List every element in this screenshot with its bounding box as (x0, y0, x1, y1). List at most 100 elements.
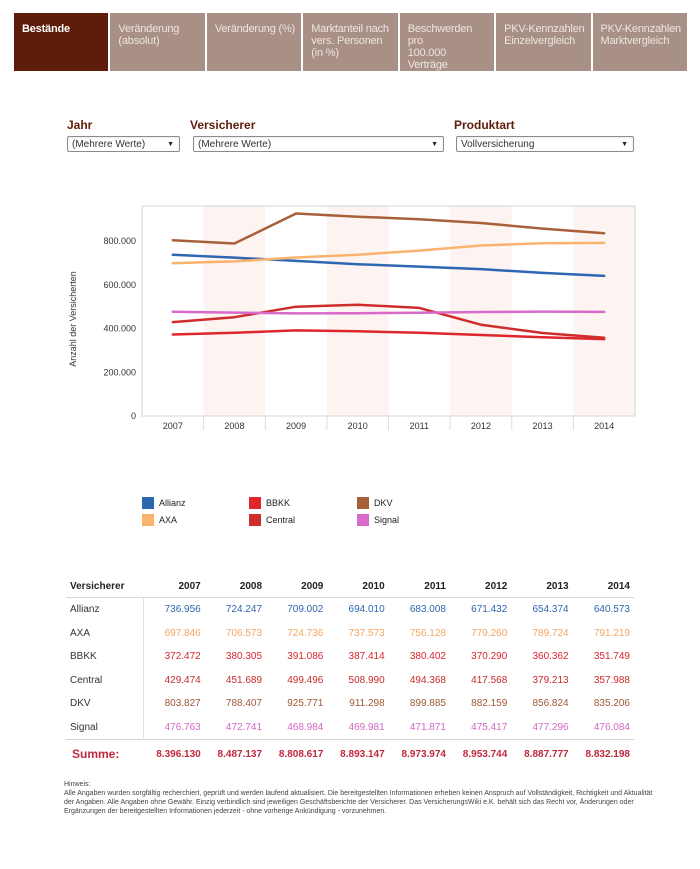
legend-swatch (142, 514, 154, 526)
x-tick-label: 2012 (471, 421, 491, 431)
table-cell: 469.981 (348, 721, 385, 733)
table-cell: 351.749 (593, 651, 630, 663)
table-cell: 788.407 (225, 698, 263, 710)
legend-label: BBKK (266, 498, 291, 508)
legend-item-signal[interactable]: Signal (357, 514, 399, 526)
table-row: AXA 697.846 706.573 724.736 737.573 756.128 77… (66, 621, 634, 645)
y-tick-label: 0 (131, 411, 136, 421)
table-cell: 882.159 (471, 698, 508, 710)
insurer-select[interactable]: (Mehrere Werte) ▼ (193, 136, 444, 152)
table-cell: 499.496 (287, 674, 324, 686)
tab-pkv-marktvergleich[interactable]: PKV-Kennzahlen Marktvergleich (592, 13, 687, 71)
legend-item-allianz[interactable]: Allianz (142, 497, 186, 509)
table-cell: 476.763 (164, 721, 201, 733)
legend-label: Signal (374, 515, 400, 525)
legend-item-axa[interactable]: AXA (142, 514, 177, 526)
y-tick-label: 400.000 (103, 324, 136, 334)
data-table: Versicherer 2007 2008 2009 2010 2011 201… (66, 576, 634, 768)
x-tick-label: 2010 (348, 421, 368, 431)
insurer-filter-label: Versicherer (190, 118, 256, 132)
legend-item-central[interactable]: Central (249, 514, 295, 526)
tab-veraenderung-prozent[interactable]: Veränderung (%) (206, 13, 302, 71)
row-insurer-name: BBKK (66, 645, 144, 669)
tab-label-line2: vers. Personen (311, 35, 383, 47)
table-cell: 803.827 (164, 698, 201, 710)
column-header-year: 2011 (388, 576, 450, 598)
table-cell: 925.771 (287, 698, 324, 710)
tab-beschwerden[interactable]: Beschwerden pro 100.000 Verträge (399, 13, 495, 71)
x-tick-label: 2008 (224, 421, 244, 431)
sum-row: Summe: 8.396.130 8.487.137 8.808.617 8.893.1… (66, 739, 634, 768)
legend-label: AXA (159, 515, 178, 525)
table-cell: 380.305 (225, 651, 263, 663)
x-tick-label: 2014 (594, 421, 614, 431)
column-header-year: 2014 (572, 576, 634, 598)
table-cell: 417.568 (471, 674, 508, 686)
table-cell: 671.432 (471, 604, 508, 616)
table-cell: 856.824 (532, 698, 569, 710)
tab-veraenderung-absolut[interactable]: Veränderung (absolut) (110, 13, 205, 71)
table-cell: 508.990 (348, 674, 385, 686)
table-row: DKV 803.827 788.407 925.771 911.298 899.885 88… (66, 692, 634, 716)
legend-label: Allianz (159, 498, 186, 508)
chevron-down-icon: ▼ (167, 141, 174, 148)
column-header-year: 2007 (143, 576, 205, 598)
column-header-year: 2009 (266, 576, 328, 598)
table-cell: 475.417 (471, 721, 508, 733)
row-insurer-name: DKV (66, 692, 144, 716)
sum-cell: 8.487.137 (204, 739, 267, 768)
table-cell: 477.296 (532, 721, 569, 733)
series-line-signal (171, 310, 606, 315)
tab-label-line2: Einzelvergleich (504, 35, 576, 47)
legend-swatch (357, 514, 369, 526)
chevron-down-icon: ▼ (431, 141, 438, 148)
year-select[interactable]: (Mehrere Werte) ▼ (67, 136, 180, 152)
table-cell: 683.008 (409, 604, 446, 616)
table-cell: 429.474 (164, 674, 201, 686)
table-cell: 706.573 (225, 627, 263, 639)
product-select-value: Vollversicherung (461, 139, 535, 150)
note-title: Hinweis: (64, 781, 91, 788)
row-insurer-name: Signal (66, 715, 144, 740)
table-cell: 380.402 (409, 651, 446, 663)
chevron-down-icon: ▼ (621, 141, 628, 148)
sum-cell: 8.396.130 (143, 739, 205, 768)
table-row: Signal 476.763 472.741 468.984 469.981 471.87… (66, 715, 634, 740)
tab-bestaende[interactable]: Bestände (14, 13, 109, 71)
tab-bar: Bestände Veränderung (absolut) Veränderun… (14, 13, 687, 71)
y-tick-label: 600.000 (103, 280, 136, 290)
table-cell: 835.206 (593, 698, 630, 710)
table-cell: 654.374 (532, 604, 569, 616)
disclaimer-note: Hinweis: Alle Angaben wurden sorgfältig … (64, 780, 654, 816)
line-chart: 2007 2008 2009 2010 2011 2012 2013 2014 0 200.000… (68, 205, 636, 431)
table-row: BBKK 372.472 380.305 391.086 387.414 380.402 3… (66, 645, 634, 669)
year-filter-label: Jahr (67, 118, 93, 132)
legend-item-bbkk[interactable]: BBKK (249, 497, 290, 509)
table-cell: 379.213 (532, 674, 569, 686)
tab-label-line3: (in %) (311, 47, 339, 59)
table-cell: 494.368 (409, 674, 446, 686)
sum-label: Summe: (66, 739, 144, 768)
tab-marktanteil[interactable]: Marktanteil nach vers. Personen (in %) (303, 13, 398, 71)
column-header-insurer: Versicherer (66, 576, 144, 598)
tab-label: Veränderung (%) (214, 23, 296, 35)
table-cell: 709.002 (287, 604, 324, 616)
table-cell: 472.741 (225, 721, 263, 733)
table-cell: 387.414 (348, 651, 385, 663)
y-tick-label: 800.000 (103, 236, 136, 246)
table-cell: 724.736 (287, 627, 324, 639)
legend-item-dkv[interactable]: DKV (357, 497, 393, 509)
tab-label: Beschwerden pro (407, 23, 473, 47)
table-cell: 471.871 (409, 721, 446, 733)
legend-swatch (249, 497, 261, 509)
product-select[interactable]: Vollversicherung ▼ (456, 136, 634, 152)
table-cell: 789.724 (532, 627, 569, 639)
table-cell: 779.260 (471, 627, 508, 639)
sum-cell: 8.953.744 (449, 739, 512, 768)
table-cell: 360.362 (532, 651, 569, 663)
tab-pkv-einzelvergleich[interactable]: PKV-Kennzahlen Einzelvergleich (496, 13, 591, 71)
tab-label: PKV-Kennzahlen (600, 23, 682, 35)
y-tick-label: 200.000 (103, 367, 136, 377)
x-tick-label: 2013 (533, 421, 553, 431)
column-header-year: 2012 (449, 576, 512, 598)
